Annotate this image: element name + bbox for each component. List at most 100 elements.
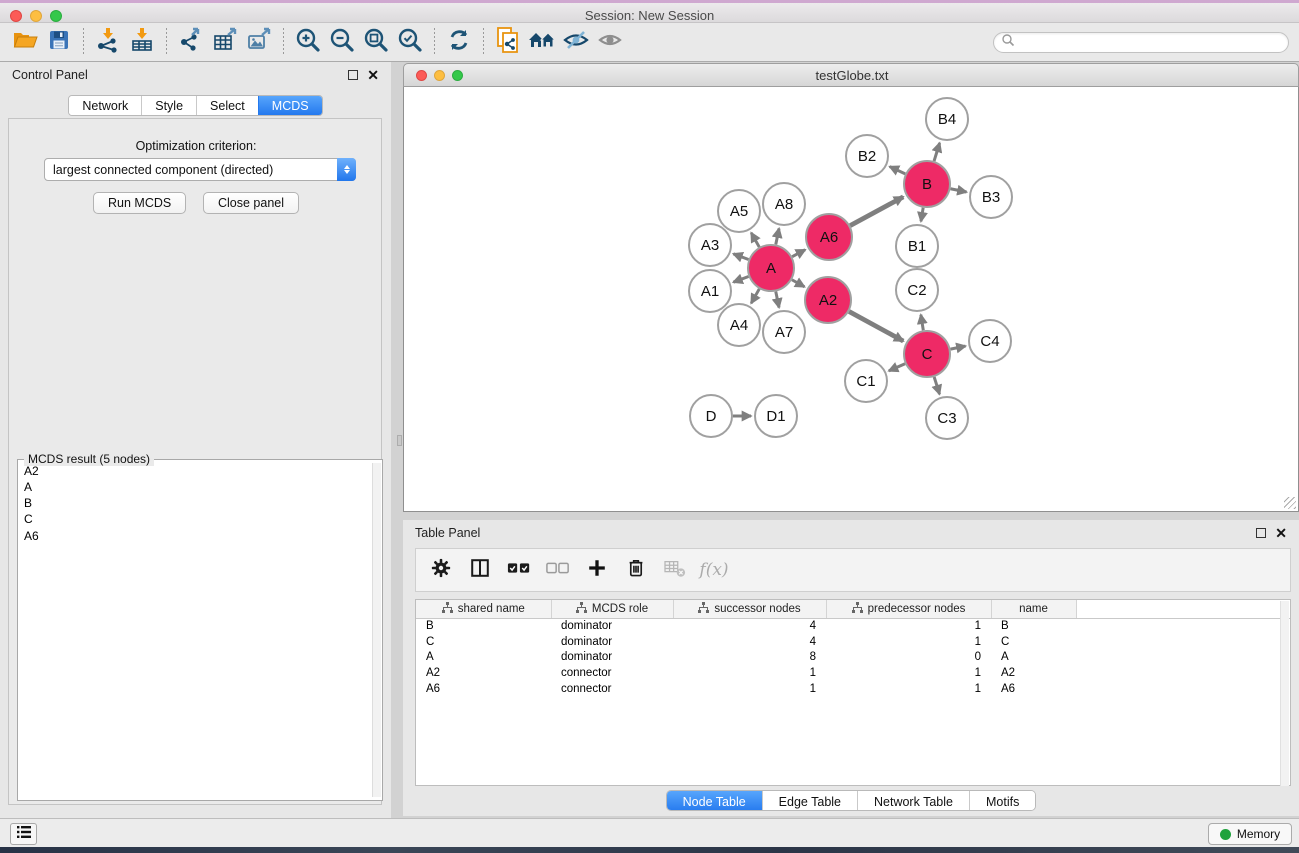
edge-B-B3[interactable]: [951, 189, 967, 192]
export-table-button[interactable]: [208, 26, 242, 58]
column-header-MCDS-role[interactable]: MCDS role: [551, 600, 673, 618]
resize-grip-icon[interactable]: [1284, 497, 1296, 509]
hide-panels-button[interactable]: [525, 26, 559, 58]
edge-C-C1[interactable]: [889, 364, 905, 371]
node-B3[interactable]: B3: [970, 176, 1012, 218]
splitter-grip[interactable]: [397, 435, 402, 446]
tab-node-table[interactable]: Node Table: [667, 791, 762, 811]
table-scrollbar[interactable]: [1280, 601, 1289, 786]
table-settings-button[interactable]: [426, 555, 456, 585]
tab-mcds[interactable]: MCDS: [258, 96, 322, 115]
edge-A-A8[interactable]: [776, 228, 779, 244]
export-image-button[interactable]: [242, 26, 276, 58]
edge-C-C4[interactable]: [951, 346, 966, 349]
node-D[interactable]: D: [690, 395, 732, 437]
show-graphics-toggle[interactable]: [559, 26, 593, 58]
node-A1[interactable]: A1: [689, 270, 731, 312]
table-row[interactable]: A6connector11A6: [416, 681, 1290, 697]
edge-A6-B[interactable]: [850, 197, 903, 226]
node-C1[interactable]: C1: [845, 360, 887, 402]
node-B4[interactable]: B4: [926, 98, 968, 140]
edge-A2-C[interactable]: [849, 311, 903, 341]
result-scrollbar[interactable]: [372, 463, 381, 797]
network-window-titlebar[interactable]: testGlobe.txt: [403, 63, 1299, 87]
tab-network[interactable]: Network: [69, 96, 141, 115]
table-row[interactable]: Adominator80A: [416, 650, 1290, 666]
import-network-button[interactable]: [91, 26, 125, 58]
search-field[interactable]: [993, 32, 1289, 53]
zoom-fit-button[interactable]: [359, 26, 393, 58]
close-panel-icon[interactable]: ✕: [367, 70, 379, 80]
node-B2[interactable]: B2: [846, 135, 888, 177]
table-row[interactable]: A2connector11A2: [416, 665, 1290, 681]
result-list-item[interactable]: B: [19, 496, 371, 512]
edge-B-B2[interactable]: [890, 167, 906, 174]
edge-A-A2[interactable]: [792, 280, 805, 287]
create-column-button[interactable]: [582, 555, 612, 585]
result-list-item[interactable]: A6: [19, 528, 371, 544]
column-layout-button[interactable]: [465, 555, 495, 585]
node-C[interactable]: C: [904, 331, 950, 377]
node-A6[interactable]: A6: [806, 214, 852, 260]
edge-A-A7[interactable]: [776, 292, 779, 308]
save-session-button[interactable]: [42, 26, 76, 58]
node-A4[interactable]: A4: [718, 304, 760, 346]
open-session-button[interactable]: [8, 26, 42, 58]
column-header-predecessor-nodes[interactable]: predecessor nodes: [826, 600, 991, 618]
select-all-columns-button[interactable]: [504, 555, 534, 585]
result-list-item[interactable]: A2: [19, 463, 371, 479]
memory-button[interactable]: Memory: [1208, 823, 1292, 845]
zoom-out-button[interactable]: [325, 26, 359, 58]
import-table-button[interactable]: [125, 26, 159, 58]
float-panel-icon[interactable]: [348, 70, 358, 80]
node-A[interactable]: A: [748, 245, 794, 291]
edge-A-A6[interactable]: [792, 250, 805, 257]
node-C2[interactable]: C2: [896, 269, 938, 311]
table-row[interactable]: Bdominator41B: [416, 618, 1290, 634]
zoom-in-button[interactable]: [291, 26, 325, 58]
edge-A-A5[interactable]: [751, 233, 759, 247]
optimization-criterion-select[interactable]: largest connected component (directed): [44, 158, 356, 181]
close-panel-icon[interactable]: ✕: [1275, 528, 1287, 538]
edge-C-C3[interactable]: [934, 377, 939, 394]
search-input[interactable]: [1015, 35, 1281, 49]
node-A2[interactable]: A2: [805, 277, 851, 323]
run-mcds-button[interactable]: Run MCDS: [93, 192, 186, 214]
result-list-item[interactable]: A: [19, 479, 371, 495]
zoom-selected-button[interactable]: [393, 26, 427, 58]
node-A8[interactable]: A8: [763, 183, 805, 225]
delete-column-button[interactable]: [621, 555, 651, 585]
edge-A-A1[interactable]: [733, 276, 748, 282]
network-canvas[interactable]: B4B2BB3A5A8A6A3B1AA1C2A2A4A7C4CC1C3DD1: [404, 87, 1298, 510]
node-C3[interactable]: C3: [926, 397, 968, 439]
node-A3[interactable]: A3: [689, 224, 731, 266]
tab-motifs[interactable]: Motifs: [969, 791, 1035, 811]
tab-select[interactable]: Select: [196, 96, 258, 115]
tab-style[interactable]: Style: [141, 96, 196, 115]
tab-network-table[interactable]: Network Table: [857, 791, 969, 811]
result-list-item[interactable]: C: [19, 512, 371, 528]
tab-edge-table[interactable]: Edge Table: [762, 791, 857, 811]
column-header-successor-nodes[interactable]: successor nodes: [673, 600, 826, 618]
node-B1[interactable]: B1: [896, 225, 938, 267]
table-row[interactable]: Cdominator41C: [416, 634, 1290, 650]
apply-layout-button[interactable]: [442, 26, 476, 58]
column-header-name[interactable]: name: [991, 600, 1076, 618]
float-panel-icon[interactable]: [1256, 528, 1266, 538]
node-D1[interactable]: D1: [755, 395, 797, 437]
deselect-all-columns-button[interactable]: [543, 555, 573, 585]
column-header-shared-name[interactable]: shared name: [416, 600, 551, 618]
node-A7[interactable]: A7: [763, 311, 805, 353]
edge-A-A3[interactable]: [733, 254, 748, 260]
task-history-button[interactable]: [10, 823, 37, 845]
node-B[interactable]: B: [904, 161, 950, 207]
export-network-button[interactable]: [174, 26, 208, 58]
clone-network-button[interactable]: [491, 26, 525, 58]
close-panel-button[interactable]: Close panel: [203, 192, 299, 214]
edge-C-C2[interactable]: [921, 315, 923, 331]
edge-B-B4[interactable]: [934, 143, 940, 161]
edge-B-B1[interactable]: [921, 208, 923, 222]
edge-A-A4[interactable]: [751, 289, 759, 303]
eye-toggle-button[interactable]: [593, 26, 627, 58]
node-A5[interactable]: A5: [718, 190, 760, 232]
